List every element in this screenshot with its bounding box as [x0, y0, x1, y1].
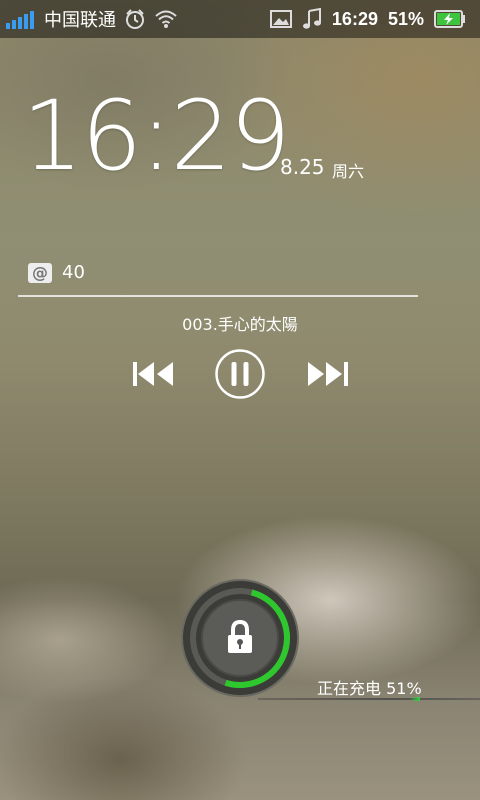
email-count: 40: [62, 262, 85, 283]
battery-charging-icon: [434, 10, 465, 28]
lockscreen-weekday: 周六: [332, 162, 365, 181]
track-title: 003.手心的太陽: [182, 315, 298, 334]
status-bar-right: 16:29 51%: [269, 8, 480, 30]
wifi-icon: [155, 10, 177, 28]
lockscreen-date: 8.25: [280, 155, 325, 179]
email-notification[interactable]: @ 40: [28, 262, 85, 283]
music-controls: [0, 348, 480, 400]
alarm-icon: [126, 9, 144, 29]
pause-icon[interactable]: [214, 348, 266, 400]
divider: [18, 295, 418, 297]
next-track-icon[interactable]: [306, 360, 350, 388]
status-time: 16:29: [331, 8, 378, 29]
previous-track-icon[interactable]: [131, 360, 175, 388]
carrier-label: 中国联通: [44, 10, 116, 30]
status-bar: 中国联通 16:29 51%: [0, 0, 480, 38]
lockscreen-clock: 16:29: [22, 80, 291, 192]
charging-status: 正在充电 51%: [317, 679, 422, 698]
status-bar-left: 中国联通: [0, 6, 178, 32]
music-note-icon: [302, 8, 321, 29]
image-icon: [269, 10, 292, 28]
status-battery-percent: 51%: [387, 8, 424, 29]
signal-icon: [6, 9, 34, 29]
email-at-icon: @: [28, 262, 52, 283]
unlock-button[interactable]: [180, 578, 300, 698]
